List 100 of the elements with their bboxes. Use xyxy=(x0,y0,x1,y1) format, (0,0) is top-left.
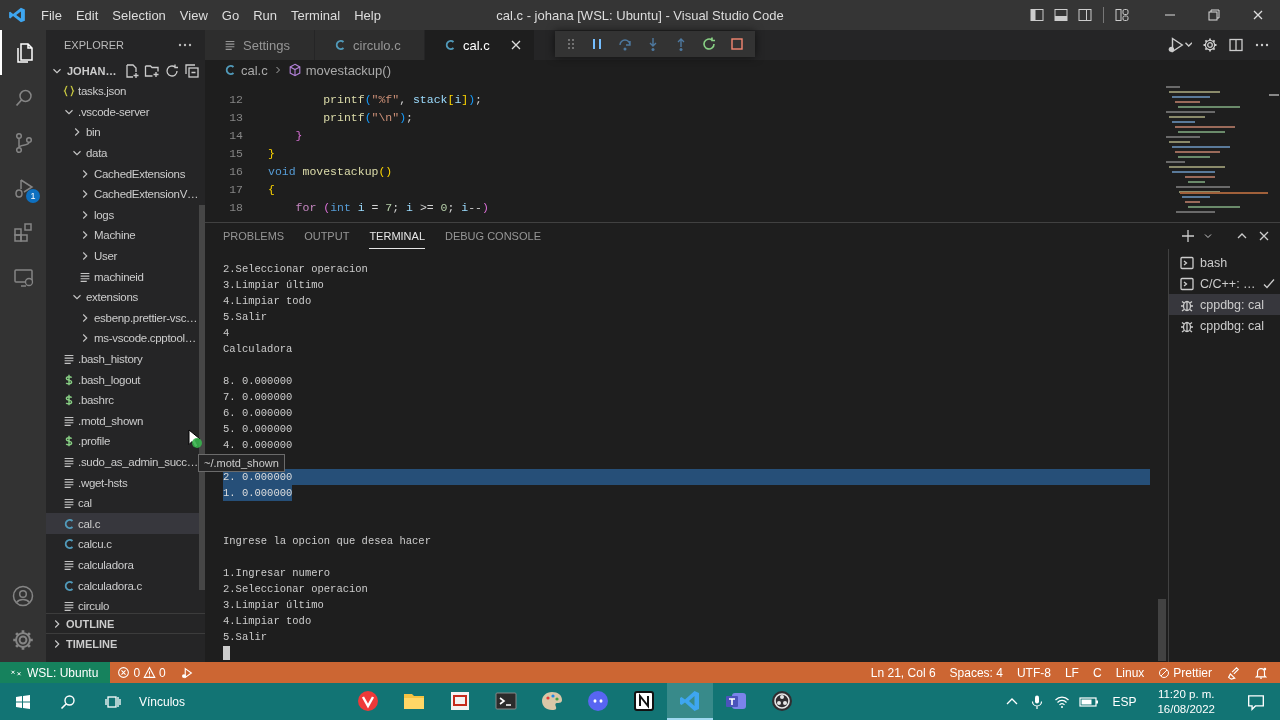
scrollbar-thumb[interactable] xyxy=(199,205,205,590)
problems-indicator[interactable]: 0 0 xyxy=(110,662,173,683)
terminal-icon xyxy=(1179,275,1195,292)
feedback-icon[interactable] xyxy=(1226,665,1240,680)
file-icon xyxy=(62,599,76,613)
breadcrumb-item[interactable]: cal.c xyxy=(241,62,268,78)
notification-icon[interactable] xyxy=(1247,692,1265,711)
settings-icon[interactable] xyxy=(1202,37,1218,53)
windows-logo-icon[interactable] xyxy=(14,693,31,710)
new-file-icon[interactable] xyxy=(123,62,140,79)
formatter-status[interactable]: Prettier xyxy=(1151,662,1219,683)
clock[interactable]: 11:20 p. m. 16/08/2022 xyxy=(1149,686,1223,717)
tree-item[interactable]: .vscode-server xyxy=(46,101,199,123)
terminal-line: Calculadora xyxy=(223,342,294,357)
tree-item[interactable]: calcu.c xyxy=(46,534,199,555)
code-line: } xyxy=(294,128,303,142)
tree-item[interactable]: .bash_logout xyxy=(46,369,199,390)
menu-item[interactable]: File xyxy=(34,7,69,23)
restore-icon[interactable] xyxy=(1206,7,1222,23)
layout-icon[interactable] xyxy=(1114,7,1130,23)
tree-item[interactable]: extensions xyxy=(46,286,199,308)
error-icon xyxy=(117,666,131,679)
tree-item[interactable]: esbenp.prettier-vsc… xyxy=(46,307,199,329)
tree-item[interactable]: CachedExtensionV… xyxy=(46,183,199,205)
panel-layout-icon[interactable] xyxy=(1053,7,1069,23)
menu-item[interactable]: Help xyxy=(347,7,388,23)
activity-item[interactable]: 1 xyxy=(0,165,46,210)
status-item[interactable]: LF xyxy=(1057,662,1086,683)
bell-icon[interactable] xyxy=(1254,665,1268,680)
tree-item[interactable]: logs xyxy=(46,204,199,226)
c-file-icon xyxy=(62,516,76,531)
tree-item[interactable]: .wget-hsts xyxy=(46,472,199,493)
status-item[interactable]: C xyxy=(1085,662,1109,683)
terminal-list-item[interactable]: bash xyxy=(1169,252,1280,273)
scrollbar-thumb[interactable] xyxy=(1158,599,1166,661)
remote-indicator[interactable]: WSL: Ubuntu xyxy=(0,662,111,683)
panel-tab[interactable]: DEBUG CONSOLE xyxy=(445,223,541,249)
tooltip: ~/.motd_shown xyxy=(198,454,285,472)
step-over-icon[interactable] xyxy=(617,36,633,52)
tree-item[interactable]: cal.c xyxy=(46,513,199,535)
panel-tab[interactable]: PROBLEMS xyxy=(223,223,285,249)
tree-item[interactable]: User xyxy=(46,245,199,267)
breadcrumb-item[interactable]: movestackup() xyxy=(305,62,391,78)
panel-tab[interactable]: OUTPUT xyxy=(304,223,350,249)
tree-item[interactable]: .sudo_as_admin_succ… xyxy=(46,451,199,473)
c-file-icon xyxy=(443,38,457,52)
line-number: 15 xyxy=(228,146,243,160)
menu-item[interactable]: Go xyxy=(214,7,247,23)
menu-item[interactable]: Terminal xyxy=(284,7,348,23)
account-icon[interactable] xyxy=(11,584,35,608)
split-editor-icon[interactable] xyxy=(1228,37,1244,53)
status-item[interactable]: Spaces: 4 xyxy=(942,662,1010,683)
tree-item[interactable]: machineid xyxy=(46,266,199,287)
editor-tab[interactable]: circulo.c xyxy=(315,30,425,60)
tree-item[interactable]: data xyxy=(46,142,199,164)
search-icon[interactable] xyxy=(59,693,76,710)
run-debug-icon[interactable] xyxy=(1166,36,1192,54)
status-item[interactable]: Ln 21, Col 6 xyxy=(863,662,943,683)
stop-icon[interactable] xyxy=(729,36,745,52)
sidebar-layout-icon[interactable] xyxy=(1029,7,1045,23)
terminal-line: 6. 0.000000 xyxy=(223,406,294,421)
terminal-line: 3.Limpiar último xyxy=(223,278,325,293)
collapse-icon[interactable] xyxy=(183,62,200,79)
menu-item[interactable]: Selection xyxy=(105,7,173,23)
menu-item[interactable]: Run xyxy=(246,7,284,23)
folder-title[interactable]: JOHAN… xyxy=(67,64,117,77)
terminal-list-item[interactable]: cppdbg: cal xyxy=(1169,294,1280,315)
restart-icon[interactable] xyxy=(701,36,717,52)
editor-tab[interactable]: cal.c xyxy=(425,30,535,60)
tree-item[interactable]: tasks.json xyxy=(46,81,199,102)
tree-item[interactable]: .bashrc xyxy=(46,389,199,411)
status-item[interactable]: Linux xyxy=(1108,662,1152,683)
plus-icon[interactable] xyxy=(1180,228,1196,244)
terminal-list-item[interactable]: C/C++: … xyxy=(1169,273,1280,294)
task-view-icon[interactable] xyxy=(104,693,121,710)
terminal-list-item[interactable]: cppdbg: cal xyxy=(1169,315,1280,336)
tree-item[interactable]: ms-vscode.cpptool… xyxy=(46,328,199,349)
tree-item[interactable]: Machine xyxy=(46,225,199,246)
menu-item[interactable]: Edit xyxy=(68,7,106,23)
split-layout-icon[interactable] xyxy=(1077,7,1093,23)
terminal-line: 4.Limpiar todo xyxy=(223,294,313,309)
terminal-line: Ingrese la opcion que desea hacer xyxy=(223,534,432,549)
tree-item[interactable]: .motd_shown xyxy=(46,410,199,432)
line-number: 17 xyxy=(228,182,243,196)
tree-item[interactable]: calculadora xyxy=(46,554,199,576)
refresh-icon[interactable] xyxy=(163,62,180,79)
menu-item[interactable]: View xyxy=(172,7,215,23)
panel-tab[interactable]: TERMINAL xyxy=(369,223,425,249)
editor-tab[interactable]: Settings xyxy=(205,30,315,60)
language-indicator[interactable]: ESP xyxy=(1108,694,1141,709)
tree-item[interactable]: bin xyxy=(46,122,199,143)
tree-item[interactable]: circulo xyxy=(46,595,199,613)
tree-item[interactable]: cal xyxy=(46,492,199,514)
debug-launch-icon[interactable] xyxy=(179,665,194,680)
tree-item[interactable]: .bash_history xyxy=(46,348,199,370)
tree-item[interactable]: CachedExtensions xyxy=(46,163,199,184)
tree-item[interactable]: calculadora.c xyxy=(46,575,199,596)
status-item[interactable]: UTF-8 xyxy=(1009,662,1058,683)
new-folder-icon[interactable] xyxy=(143,62,160,79)
toolbar-label[interactable]: Vínculos xyxy=(135,694,186,709)
